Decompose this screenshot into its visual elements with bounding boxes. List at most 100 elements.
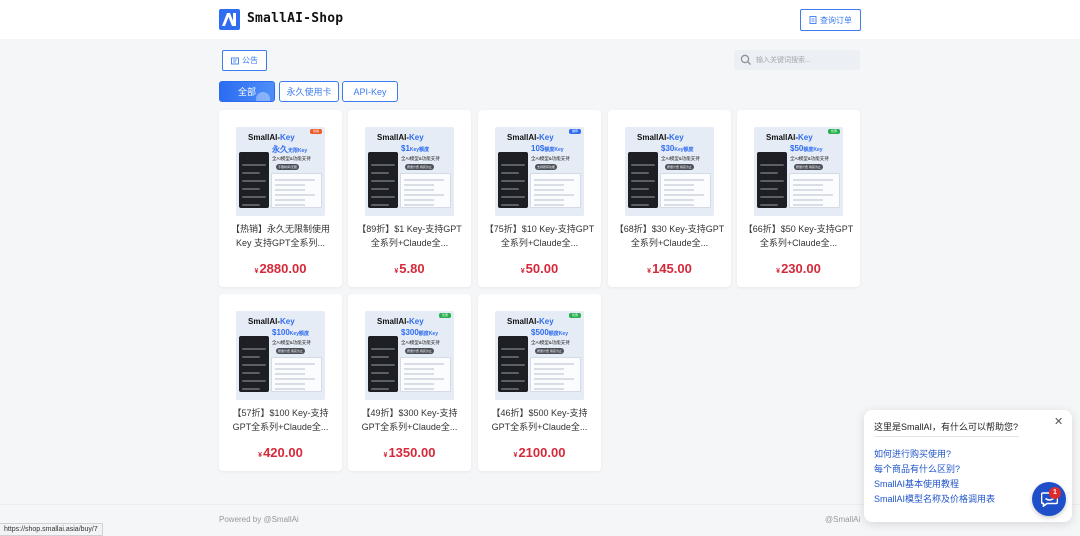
receipt-icon [809, 16, 817, 24]
product-card[interactable]: SmallAI-Key $1Key额度 全AI模型&功能支持 按量计费 用完为止… [348, 110, 471, 287]
brand-name: SmallAI-Shop [247, 11, 344, 26]
chat-link-how-to-buy[interactable]: 如何进行购买使用? [874, 447, 951, 460]
notice-icon [231, 57, 239, 64]
currency-symbol: ¥ [776, 268, 781, 275]
product-image-brand: SmallAI-Key [507, 133, 554, 142]
product-card[interactable]: SmallAI-Key 推荐 10$额度Key 全AI模型&功能支持 支持所有功… [478, 110, 601, 287]
query-order-button[interactable]: 查询订单 [800, 9, 861, 31]
currency-symbol: ¥ [647, 268, 652, 275]
price-value: 2100.00 [518, 445, 566, 460]
price-value: 1350.00 [388, 445, 436, 460]
search-icon [740, 54, 751, 65]
tab-permanent-card[interactable]: 永久使用卡 [279, 81, 339, 102]
product-image-brand: SmallAI-Key [248, 133, 295, 142]
notice-button[interactable]: 公告 [222, 50, 267, 71]
product-image-window [530, 357, 581, 392]
currency-symbol: ¥ [258, 452, 263, 459]
product-title[interactable]: 【57折】$100 Key-支持GPT全系列+Claude全... [225, 406, 336, 434]
tab-api-key[interactable]: API-Key [342, 81, 398, 102]
product-image-sidebar [498, 152, 528, 208]
product-image-pill: 按量计费 用完为止 [405, 164, 434, 170]
product-image-sidebar [368, 152, 398, 208]
product-price: ¥50.00 [478, 261, 601, 276]
product-price: ¥5.80 [348, 261, 471, 276]
product-image-pill: 按量计费 用完为止 [535, 348, 564, 354]
product-card[interactable]: SmallAI-Key 优惠 $50额度Key 全AI模型&功能支持 按量计费 … [737, 110, 860, 287]
product-image-headline: 永久无限Key [272, 145, 308, 154]
product-card[interactable]: SmallAI-Key 优惠 $500额度Key 全AI模型&功能支持 按量计费… [478, 294, 601, 471]
product-image-window [271, 357, 322, 392]
footer-powered-by: Powered by @SmallAi [219, 515, 299, 524]
product-image-window [271, 173, 322, 208]
tab-all-label: 全部 [237, 87, 256, 97]
product-image-badge: 优惠 [568, 313, 581, 318]
product-image: SmallAI-Key 热销 永久无限Key 全AI模型&功能支持 不限时间/无… [236, 127, 325, 216]
chat-greeting: 这里是SmallAI，有什么可以帮助您? [874, 422, 1019, 432]
product-title[interactable]: 【75折】$10 Key-支持GPT全系列+Claude全... [484, 222, 595, 250]
product-image-brand: SmallAI-Key [766, 133, 813, 142]
product-title[interactable]: 【热销】永久无限制使用Key 支持GPT全系列... [225, 222, 336, 250]
product-image-badge: 优惠 [827, 129, 840, 134]
price-value: 2880.00 [259, 261, 307, 276]
product-image-window [789, 173, 840, 208]
chat-launcher-button[interactable] [1032, 482, 1066, 516]
product-image-pill: 按量计费 用完为止 [276, 348, 305, 354]
product-image-brand: SmallAI-Key [377, 317, 424, 326]
product-image-pill: 按量计费 用完为止 [665, 164, 694, 170]
tab-all[interactable]: 全部 [219, 81, 275, 102]
product-image-sidebar [628, 152, 658, 208]
product-image-window [530, 173, 581, 208]
product-image-brand: SmallAI-Key [377, 133, 424, 142]
product-image-pill: 按量计费 用完为止 [405, 348, 434, 354]
product-title[interactable]: 【68折】$30 Key-支持GPT全系列+Claude全... [614, 222, 725, 250]
chat-divider [874, 436, 1019, 437]
product-image-headline: 10$额度Key [531, 144, 564, 153]
product-image-pill: 按量计费 用完为止 [794, 164, 823, 170]
notice-label: 公告 [242, 56, 258, 65]
product-image-headline: $1Key额度 [401, 144, 430, 153]
product-price: ¥230.00 [737, 261, 860, 276]
product-price: ¥1350.00 [348, 445, 471, 460]
product-title[interactable]: 【89折】$1 Key-支持GPT全系列+Claude全... [354, 222, 465, 250]
product-title[interactable]: 【46折】$500 Key-支持GPT全系列+Claude全... [484, 406, 595, 434]
product-image-subline: 全AI模型&功能支持 [401, 156, 440, 161]
product-image: SmallAI-Key $30Key额度 全AI模型&功能支持 按量计费 用完为… [625, 127, 714, 216]
shop-logo[interactable] [219, 9, 240, 30]
product-image-subline: 全AI模型&功能支持 [272, 340, 311, 345]
product-image-sidebar [239, 336, 269, 392]
close-icon[interactable]: ✕ [1054, 415, 1063, 428]
product-image-badge: 优惠 [438, 313, 451, 318]
product-price: ¥420.00 [219, 445, 342, 460]
product-card[interactable]: SmallAI-Key $100Key额度 全AI模型&功能支持 按量计费 用完… [219, 294, 342, 471]
footer-copyright: @SmallAi [825, 515, 861, 524]
product-image-brand: SmallAI-Key [637, 133, 684, 142]
tab-api-key-label: API-Key [353, 86, 387, 97]
product-price: ¥145.00 [608, 261, 731, 276]
price-value: 420.00 [263, 445, 303, 460]
product-image-subline: 全AI模型&功能支持 [401, 340, 440, 345]
price-value: 50.00 [525, 261, 559, 276]
currency-symbol: ¥ [383, 452, 388, 459]
product-image: SmallAI-Key 优惠 $50额度Key 全AI模型&功能支持 按量计费 … [754, 127, 843, 216]
product-card[interactable]: SmallAI-Key 优惠 $300额度Key 全AI模型&功能支持 按量计费… [348, 294, 471, 471]
product-image-badge: 推荐 [568, 129, 581, 134]
chat-link-product-difference[interactable]: 每个商品有什么区别? [874, 462, 960, 475]
chat-link-tutorial[interactable]: SmallAI基本使用教程 [874, 477, 959, 490]
product-image-brand: SmallAI-Key [248, 317, 295, 326]
product-image-window [660, 173, 711, 208]
product-image-subline: 全AI模型&功能支持 [272, 156, 311, 161]
product-image-subline: 全AI模型&功能支持 [790, 156, 829, 161]
product-image-brand: SmallAI-Key [507, 317, 554, 326]
search-box [734, 50, 860, 70]
product-card[interactable]: SmallAI-Key $30Key额度 全AI模型&功能支持 按量计费 用完为… [608, 110, 731, 287]
currency-symbol: ¥ [513, 452, 518, 459]
product-image-window [400, 173, 451, 208]
currency-symbol: ¥ [394, 268, 399, 275]
price-value: 230.00 [781, 261, 821, 276]
product-image-sidebar [757, 152, 787, 208]
search-input[interactable] [756, 53, 854, 67]
product-title[interactable]: 【49折】$300 Key-支持GPT全系列+Claude全... [354, 406, 465, 434]
product-card[interactable]: SmallAI-Key 热销 永久无限Key 全AI模型&功能支持 不限时间/无… [219, 110, 342, 287]
product-title[interactable]: 【66折】$50 Key-支持GPT全系列+Claude全... [743, 222, 854, 250]
chat-link-model-price-table[interactable]: SmallAI模型名称及价格调用表 [874, 492, 995, 505]
